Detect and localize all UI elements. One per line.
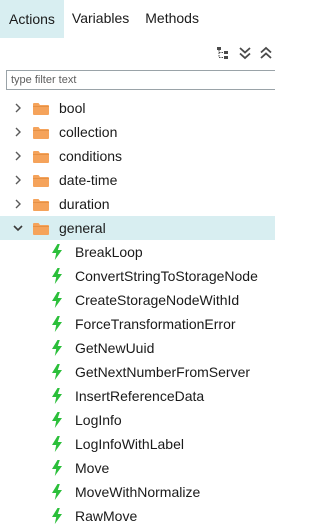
- tree-action-item[interactable]: CreateStorageNodeWithId: [0, 288, 275, 312]
- chevron-right-icon[interactable]: [12, 150, 24, 162]
- folder-icon: [33, 223, 49, 235]
- hierarchy-icon: [217, 47, 228, 59]
- lightning-bolt-icon: [52, 340, 62, 356]
- tree-toolbar: [212, 42, 275, 64]
- action-label: ConvertStringToStorageNode: [75, 268, 258, 284]
- action-label: BreakLoop: [75, 244, 143, 260]
- lightning-bolt-icon: [52, 388, 62, 404]
- tab-bar: Actions Variables Methods: [0, 0, 275, 38]
- lightning-bolt-icon: [52, 292, 62, 308]
- tree-action-item[interactable]: GetNextNumberFromServer: [0, 360, 275, 384]
- folder-label: date-time: [59, 172, 118, 188]
- action-tree: bool collection conditions date-time duratio…: [0, 96, 275, 528]
- tree-action-item[interactable]: BreakLoop: [0, 240, 275, 264]
- tree-folder-bool[interactable]: bool: [0, 96, 275, 120]
- action-label: MoveWithNormalize: [75, 484, 201, 500]
- hierarchy-button[interactable]: [215, 44, 233, 62]
- lightning-bolt-icon: [52, 436, 62, 452]
- lightning-bolt-icon: [52, 508, 62, 524]
- chevron-down-icon[interactable]: [12, 222, 24, 234]
- chevron-right-icon[interactable]: [12, 102, 24, 114]
- lightning-bolt-icon: [52, 412, 62, 428]
- tree-action-item[interactable]: LogInfo: [0, 408, 275, 432]
- lightning-bolt-icon: [52, 268, 62, 284]
- collapse-all-button[interactable]: [257, 44, 275, 62]
- folder-label: bool: [59, 100, 86, 116]
- folder-label: duration: [59, 196, 110, 212]
- lightning-bolt-icon: [52, 244, 62, 260]
- tree-folder-collection[interactable]: collection: [0, 120, 275, 144]
- action-label: InsertReferenceData: [75, 388, 205, 404]
- folder-icon: [33, 151, 49, 163]
- folder-icon: [33, 103, 49, 115]
- filter-input[interactable]: [6, 70, 275, 90]
- folder-icon: [33, 127, 49, 139]
- tree-action-item[interactable]: GetNewUuid: [0, 336, 275, 360]
- lightning-bolt-icon: [52, 460, 62, 476]
- tree-action-item[interactable]: InsertReferenceData: [0, 384, 275, 408]
- lightning-bolt-icon: [52, 364, 62, 380]
- actions-panel: Actions Variables Methods bool collection…: [0, 0, 275, 529]
- tab-methods[interactable]: Methods: [137, 0, 207, 36]
- action-label: LogInfo: [75, 412, 122, 428]
- chevron-right-icon[interactable]: [12, 198, 24, 210]
- lightning-bolt-icon: [52, 316, 62, 332]
- action-label: Move: [75, 460, 110, 476]
- folder-icon: [33, 175, 49, 187]
- tree-folder-duration[interactable]: duration: [0, 192, 275, 216]
- folder-icon: [33, 199, 49, 211]
- action-label: CreateStorageNodeWithId: [75, 292, 240, 308]
- tab-actions[interactable]: Actions: [0, 0, 64, 38]
- action-label: ForceTransformationError: [75, 316, 236, 332]
- expand-all-icon: [239, 47, 251, 60]
- tree-action-item[interactable]: Move: [0, 456, 275, 480]
- action-label: GetNewUuid: [75, 340, 155, 356]
- folder-label: collection: [59, 124, 118, 140]
- tree-action-item[interactable]: RawMove: [0, 504, 275, 528]
- tree-action-item[interactable]: MoveWithNormalize: [0, 480, 275, 504]
- chevron-right-icon[interactable]: [12, 126, 24, 138]
- tab-variables[interactable]: Variables: [64, 0, 137, 36]
- action-label: RawMove: [75, 508, 138, 524]
- tree-folder-conditions[interactable]: conditions: [0, 144, 275, 168]
- chevron-right-icon[interactable]: [12, 174, 24, 186]
- action-label: GetNextNumberFromServer: [75, 364, 251, 380]
- expand-all-button[interactable]: [236, 44, 254, 62]
- collapse-all-icon: [260, 46, 272, 59]
- tree-action-item[interactable]: ForceTransformationError: [0, 312, 275, 336]
- folder-label: general: [59, 220, 106, 236]
- tree-folder-general[interactable]: general: [0, 216, 275, 240]
- lightning-bolt-icon: [52, 484, 62, 500]
- tree-action-item[interactable]: LogInfoWithLabel: [0, 432, 275, 456]
- tree-folder-date-time[interactable]: date-time: [0, 168, 275, 192]
- tree-action-item[interactable]: ConvertStringToStorageNode: [0, 264, 275, 288]
- folder-label: conditions: [59, 148, 123, 164]
- action-label: LogInfoWithLabel: [75, 436, 184, 452]
